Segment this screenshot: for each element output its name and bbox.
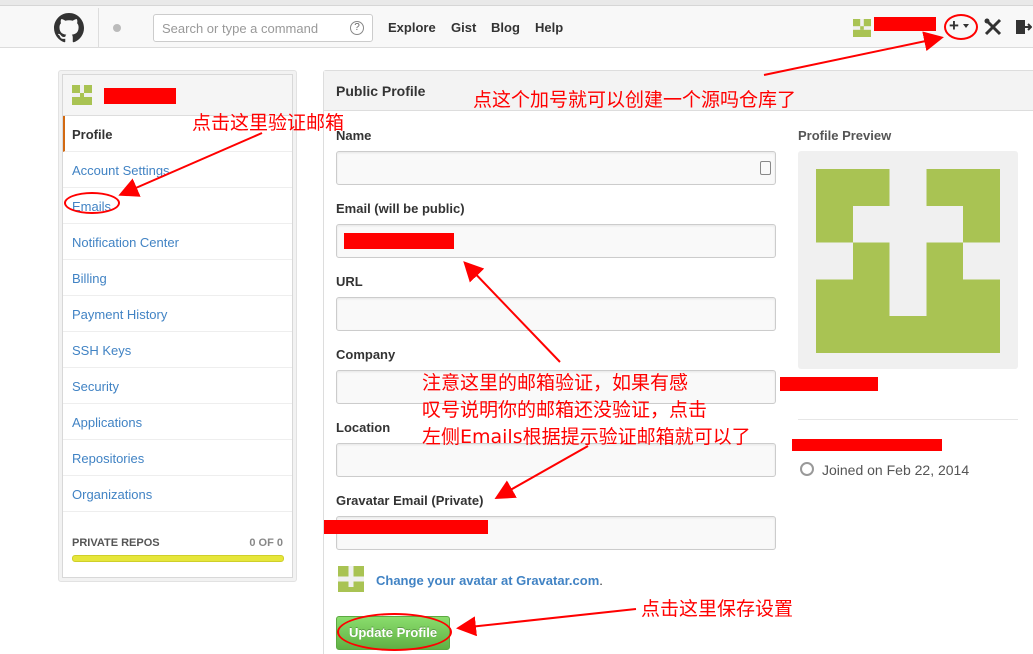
redacted-username <box>104 88 176 104</box>
sidebar-item-billing[interactable]: Billing <box>63 260 292 296</box>
sign-out-icon[interactable] <box>1014 18 1032 36</box>
sidebar-item-ssh-keys[interactable]: SSH Keys <box>63 332 292 368</box>
top-header: Search or type a command ? Explore Gist … <box>0 0 1033 48</box>
nav-help[interactable]: Help <box>535 20 563 35</box>
url-label: URL <box>336 274 363 289</box>
private-repos-label: PRIVATE REPOS <box>72 537 160 549</box>
nav-blog[interactable]: Blog <box>491 20 520 35</box>
sidebar-item-account-settings[interactable]: Account Settings <box>63 152 292 188</box>
annotation-save-note: 点击这里保存设置 <box>641 598 794 620</box>
user-avatar-small[interactable] <box>853 19 871 37</box>
joined-date: Joined on Feb 22, 2014 <box>822 462 970 478</box>
contact-card-icon <box>760 161 771 175</box>
annotation-circle-emails <box>64 192 120 214</box>
gravatar-email-label: Gravatar Email (Private) <box>336 493 484 508</box>
annotation-circle-plus <box>944 14 978 40</box>
sidebar-menu: Profile Account Settings Emails Notifica… <box>62 74 293 578</box>
company-label: Company <box>336 347 396 362</box>
search-placeholder: Search or type a command <box>162 21 319 36</box>
change-avatar-link-text[interactable]: Change your avatar at Gravatar.com <box>376 573 599 588</box>
annotation-warning-line2: 叹号说明你的邮箱还没验证，点击 <box>422 399 708 421</box>
annotation-warning-line1: 注意这里的邮箱验证，如果有感 <box>422 372 689 394</box>
gravatar-avatar <box>338 566 364 592</box>
change-avatar-link[interactable]: Change your avatar at Gravatar.com. <box>376 573 603 588</box>
annotation-emails-note: 点击这里验证邮箱 <box>192 112 345 134</box>
annotation-circle-update <box>337 613 452 651</box>
sidebar-item-notification-center[interactable]: Notification Center <box>63 224 292 260</box>
sidebar-item-security[interactable]: Security <box>63 368 292 404</box>
context-indicator-dot <box>113 24 121 32</box>
private-repos-count: 0 OF 0 <box>249 537 283 549</box>
annotation-plus-note: 点这个加号就可以创建一个源吗仓库了 <box>473 89 797 111</box>
private-repos-usage-bar <box>72 555 284 562</box>
redacted-location <box>792 439 942 451</box>
location-label: Location <box>336 420 391 435</box>
profile-preview-card <box>798 151 1018 369</box>
header-separator <box>98 8 99 48</box>
redacted-gravatar-email <box>324 520 488 534</box>
name-field[interactable] <box>336 151 776 185</box>
sidebar-item-payment-history[interactable]: Payment History <box>63 296 292 332</box>
link-period: . <box>599 573 603 588</box>
search-help-icon[interactable]: ? <box>350 21 364 35</box>
annotation-warning-line3: 左侧Emails根据提示验证邮箱就可以了 <box>422 426 751 448</box>
nav-gist[interactable]: Gist <box>451 20 476 35</box>
browser-top-strip <box>0 0 1033 6</box>
account-settings-tools-icon[interactable] <box>984 18 1002 36</box>
settings-sidebar: Profile Account Settings Emails Notifica… <box>58 70 297 582</box>
preview-divider <box>798 419 1018 420</box>
command-search-input[interactable]: Search or type a command ? <box>153 14 373 42</box>
profile-preview-label: Profile Preview <box>798 128 892 143</box>
nav-explore[interactable]: Explore <box>388 20 436 35</box>
email-select[interactable] <box>336 224 776 258</box>
identicon-avatar <box>816 169 1000 353</box>
url-field[interactable] <box>336 297 776 331</box>
sidebar-item-repositories[interactable]: Repositories <box>63 440 292 476</box>
sidebar-item-applications[interactable]: Applications <box>63 404 292 440</box>
public-profile-panel: Public Profile Name Email (will be publi… <box>323 70 1033 654</box>
github-octocat-icon[interactable] <box>54 13 84 43</box>
sidebar-item-organizations[interactable]: Organizations <box>63 476 292 512</box>
redacted-email <box>344 233 454 249</box>
clock-icon <box>800 462 814 476</box>
redacted-company <box>780 377 878 391</box>
user-avatar <box>72 85 92 105</box>
redacted-username <box>874 17 936 31</box>
email-label: Email (will be public) <box>336 201 465 216</box>
panel-title: Public Profile <box>336 83 426 99</box>
